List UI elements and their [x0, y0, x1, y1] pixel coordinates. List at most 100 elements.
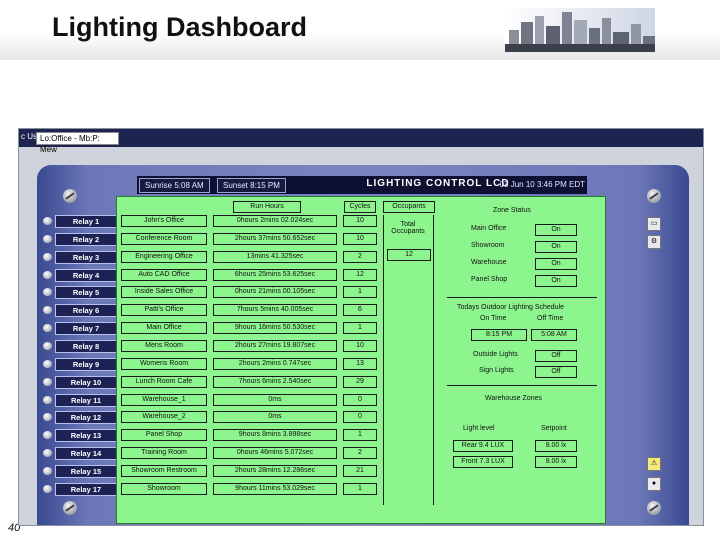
relay-button[interactable]: Relay 15	[55, 464, 117, 478]
relay-button[interactable]: Relay 10	[55, 375, 117, 389]
relay-led-icon	[43, 377, 52, 386]
relay-zone-name: Showroom Restroom	[121, 464, 207, 477]
zone-name: Showroom	[471, 242, 505, 249]
relay-run-hours: 7hours 5mins 40.005sec	[213, 304, 337, 317]
relay-zone-name: Main Office	[121, 322, 207, 335]
relay-led-icon	[43, 234, 52, 243]
relay-cycles: 21	[343, 464, 377, 477]
relay-cycles: 1	[343, 482, 377, 495]
light-level-label: Light level	[463, 425, 495, 432]
zone-status-value: On	[535, 275, 577, 287]
relay-zone-name: Conference Room	[121, 232, 207, 245]
on-time-value: 8:15 PM	[471, 329, 527, 341]
relay-led-icon	[43, 484, 52, 493]
window-icon[interactable]: ▭	[647, 217, 661, 231]
relay-cycles: 1	[343, 429, 377, 442]
warning-icon[interactable]: ⚠	[647, 457, 661, 471]
relay-button[interactable]: Relay 13	[55, 429, 117, 443]
address-field[interactable]: Lo:Office - Mb:P: Mew	[36, 132, 119, 154]
relay-run-hours: 0hours 2mins 02.024sec	[213, 215, 337, 227]
relay-led-icon	[43, 413, 52, 422]
relay-button[interactable]: Relay 9	[55, 357, 117, 371]
relay-button[interactable]: Relay 7	[55, 322, 117, 336]
relay-run-hours: 2hours 37mins 50.652sec	[213, 232, 337, 245]
off-time-value: 5:08 AM	[531, 329, 577, 341]
run-hours-header: Run Hours	[233, 201, 301, 213]
relay-cycles: 0	[343, 411, 377, 424]
relay-run-hours: 13mins 41.325sec	[213, 250, 337, 263]
divider	[447, 297, 597, 298]
relay-cycles: 10	[343, 215, 377, 227]
status-panel: Run Hours Cycles Occupants Total Occupan…	[116, 196, 606, 524]
relay-zone-name: Engineering Office	[121, 250, 207, 263]
relay-led-icon	[43, 324, 52, 333]
relay-cycles: 12	[343, 268, 377, 281]
relay-zone-name: Warehouse_1	[121, 393, 207, 406]
total-occupants-label: Total Occupants	[391, 221, 425, 235]
relay-zone-name: Warehouse_2	[121, 411, 207, 424]
relay-run-hours: 7hours 6mins 2.540sec	[213, 375, 337, 388]
record-icon[interactable]: ●	[647, 477, 661, 491]
relay-led-icon	[43, 431, 52, 440]
zone-name: Panel Shop	[471, 276, 508, 283]
relay-button[interactable]: Relay 1	[55, 215, 117, 228]
relay-zone-name: Patti's Office	[121, 304, 207, 317]
off-time-label: Off Time	[537, 315, 564, 322]
settings-icon[interactable]: ⚙	[647, 235, 661, 249]
zone-status-title: Zone Status	[493, 207, 531, 214]
relay-button[interactable]: Relay 17	[55, 482, 117, 496]
relay-zone-name: Showroom	[121, 482, 207, 495]
relay-button[interactable]: Relay 2	[55, 232, 117, 246]
setpoint-value: 8.00 lx	[535, 456, 577, 468]
setpoint-value: 8.00 lx	[535, 440, 577, 452]
divider	[447, 385, 597, 386]
setpoint-label: Setpoint	[541, 425, 567, 432]
relay-zone-name: Training Room	[121, 447, 207, 460]
zone-name: Warehouse	[471, 259, 507, 266]
relay-cycles: 2	[343, 250, 377, 263]
relay-zone-name: Womens Room	[121, 357, 207, 370]
warehouse-zones-title: Warehouse Zones	[485, 395, 542, 402]
relay-button[interactable]: Relay 3	[55, 250, 117, 264]
address-bar: c Us Lo:Office - Mb:P: Mew	[19, 129, 703, 154]
cycles-header: Cycles	[344, 201, 376, 213]
relay-led-icon	[43, 252, 52, 261]
relay-led-icon	[43, 288, 52, 297]
relay-led-icon	[43, 449, 52, 458]
screw-icon	[63, 189, 77, 203]
sunset-display: Sunset 8:15 PM	[217, 178, 286, 193]
occupants-box-right	[433, 215, 434, 505]
screw-icon	[647, 501, 661, 515]
occupants-header: Occupants	[383, 201, 435, 213]
slide-title: Lighting Dashboard	[52, 12, 307, 42]
relay-run-hours: 2hours 2mins 0.747sec	[213, 357, 337, 370]
app-window: c Us Lo:Office - Mb:P: Mew Sunrise 5:08 …	[18, 128, 704, 526]
relay-run-hours: 2hours 27mins 19.807sec	[213, 339, 337, 352]
relay-cycles: 6	[343, 304, 377, 317]
relay-button[interactable]: Relay 4	[55, 268, 117, 282]
relay-led-icon	[43, 341, 52, 350]
relay-run-hours: 2hours 28mins 12.286sec	[213, 464, 337, 477]
light-level-value: Rear 9.4 LUX	[453, 440, 513, 452]
relay-button[interactable]: Relay 12	[55, 411, 117, 425]
relay-cycles: 10	[343, 232, 377, 245]
relay-button[interactable]: Relay 8	[55, 339, 117, 353]
zone-status-value: On	[535, 258, 577, 270]
relay-cycles: 0	[343, 393, 377, 406]
date-time-display: 03 Jun 10 3:46 PM EDT	[499, 180, 585, 189]
relay-cycles: 1	[343, 286, 377, 299]
outdoor-schedule-title: Todays Outdoor Lighting Schedule	[457, 304, 565, 311]
sign-lights-label: Sign Lights	[479, 367, 514, 374]
on-time-label: On Time	[480, 315, 507, 322]
outside-lights-label: Outside Lights	[473, 351, 518, 358]
relay-zone-name: Inside Sales Office	[121, 286, 207, 299]
relay-zone-name: Mens Room	[121, 339, 207, 352]
relay-cycles: 13	[343, 357, 377, 370]
relay-button[interactable]: Relay 11	[55, 393, 117, 407]
relay-button[interactable]: Relay 14	[55, 447, 117, 461]
relay-led-icon	[43, 466, 52, 475]
relay-cycles: 29	[343, 375, 377, 388]
relay-cycles: 2	[343, 447, 377, 460]
relay-button[interactable]: Relay 5	[55, 286, 117, 300]
relay-button[interactable]: Relay 6	[55, 304, 117, 318]
